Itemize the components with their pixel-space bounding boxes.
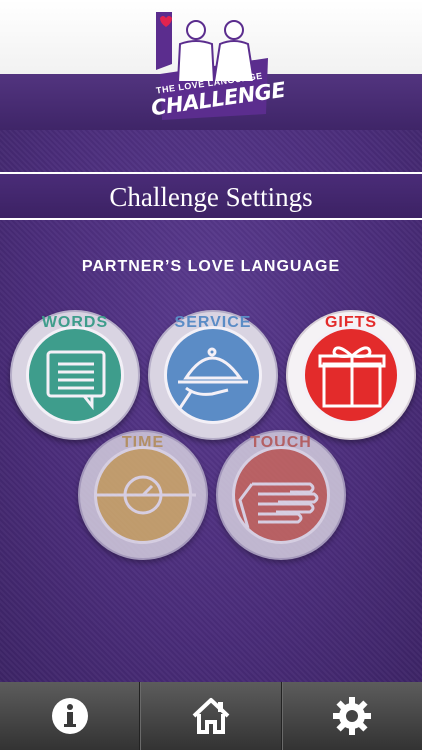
gift-box-icon <box>318 346 386 408</box>
info-tab[interactable] <box>0 682 141 750</box>
badge-time[interactable]: TIME <box>78 430 208 560</box>
clock-icon <box>94 475 196 515</box>
serving-cloche-icon <box>178 347 248 409</box>
home-tab[interactable] <box>140 682 282 750</box>
hand-icon <box>238 482 319 529</box>
badge-service[interactable]: SERVICE <box>148 310 278 440</box>
badge-touch[interactable]: TOUCH <box>216 430 346 560</box>
badge-words[interactable]: WORDS <box>10 310 140 440</box>
speech-bubble-icon <box>46 350 106 411</box>
app-logo: THE LOVE LANGUAGE CHALLENGE <box>150 4 287 120</box>
section-label: PARTNER’S LOVE LANGUAGE <box>81 258 341 275</box>
info-icon <box>51 698 88 734</box>
gear-icon <box>333 697 372 735</box>
page-title: Challenge Settings <box>109 182 313 212</box>
bottom-tab-bar <box>0 682 422 750</box>
badge-gifts[interactable]: GIFTS <box>286 310 416 440</box>
home-icon <box>192 698 230 734</box>
settings-title-bar: Challenge Settings <box>0 172 422 220</box>
settings-tab[interactable] <box>281 682 422 750</box>
